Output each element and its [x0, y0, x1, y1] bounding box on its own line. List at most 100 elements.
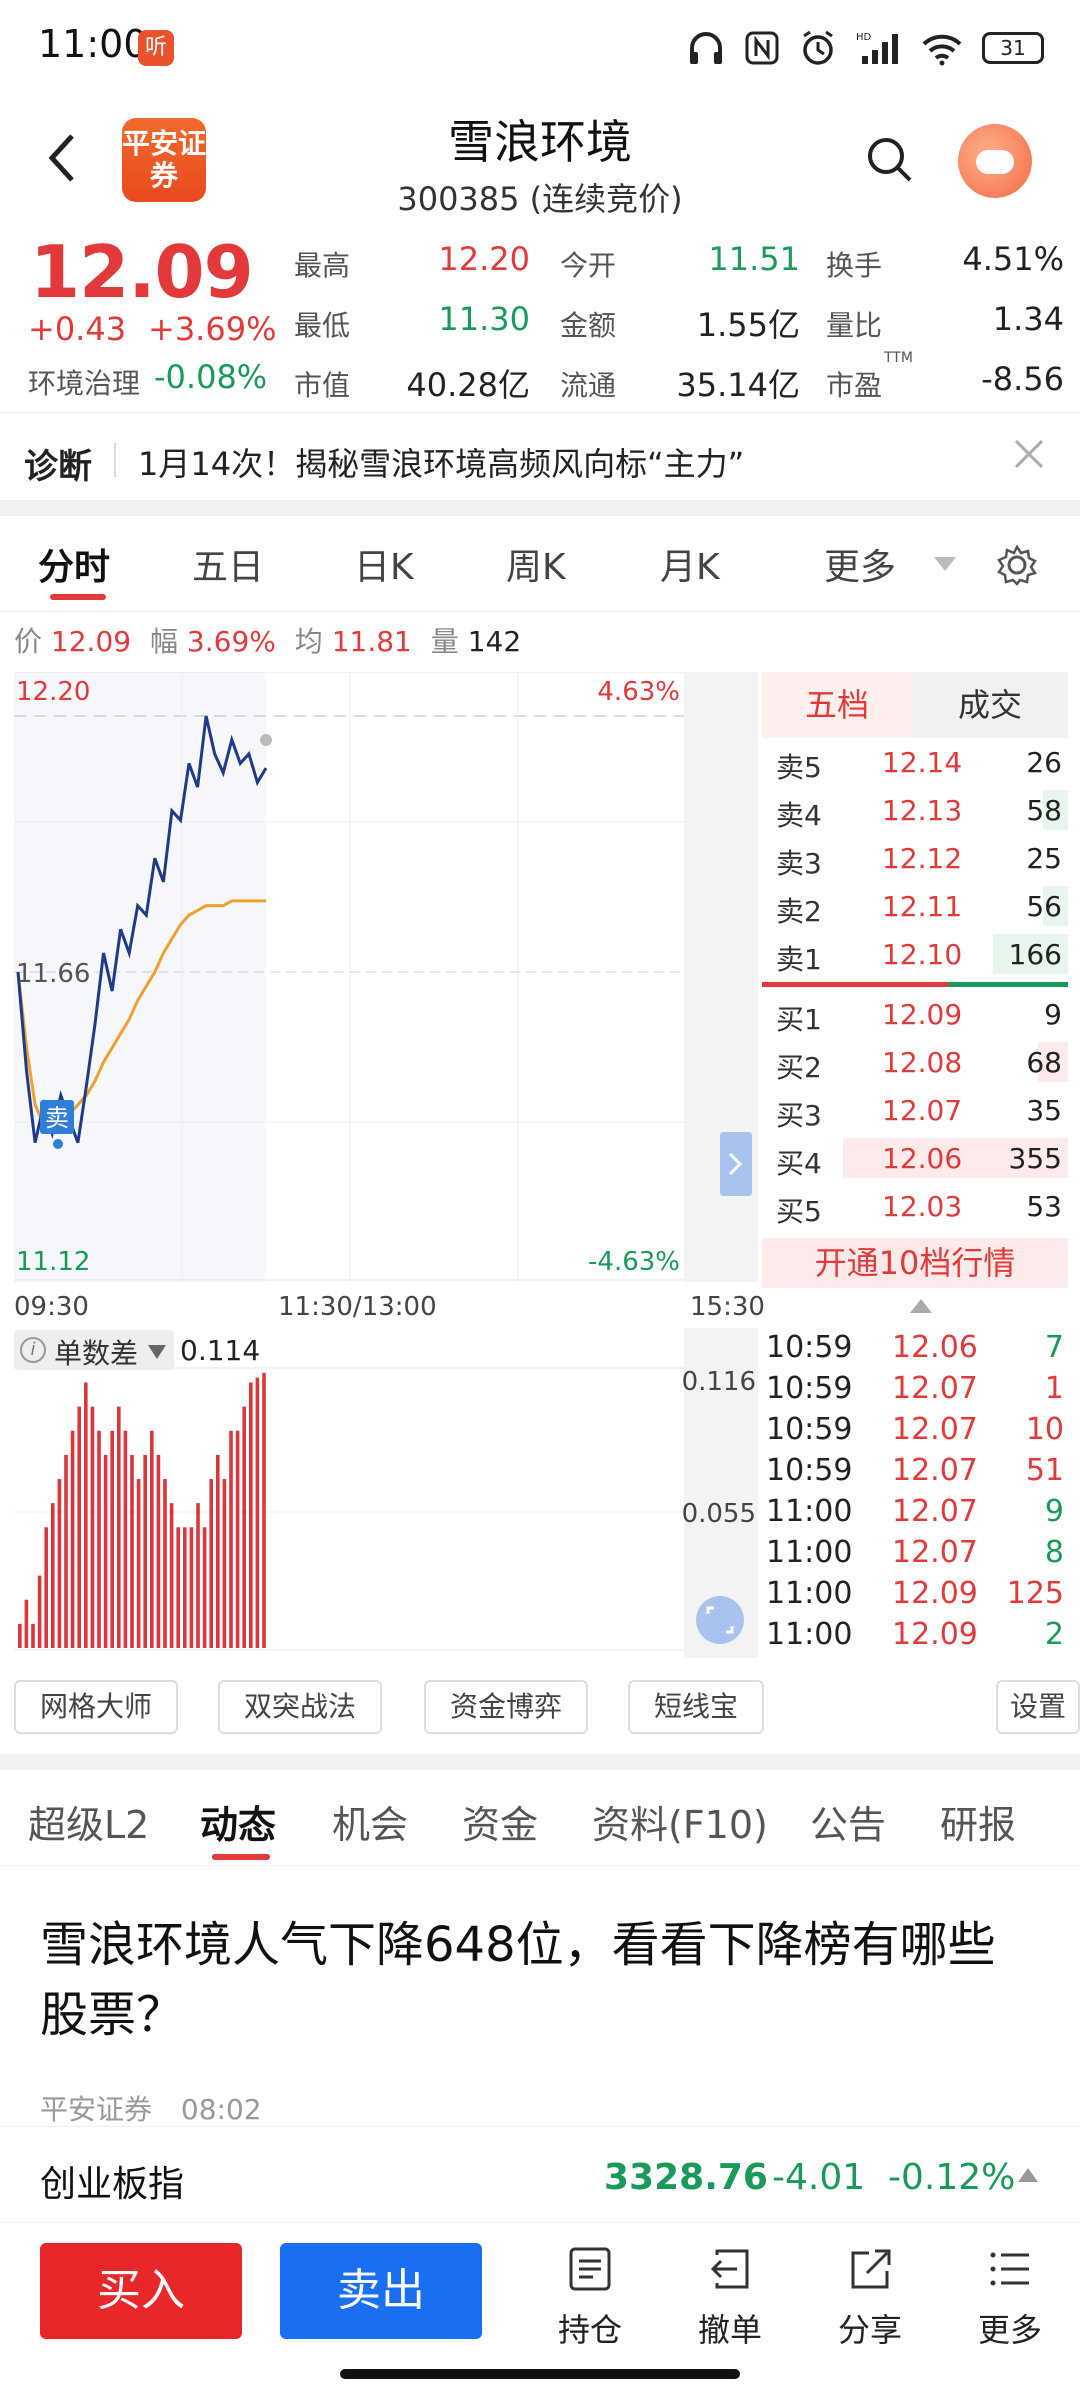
indicator-mid-value: 0.055: [682, 1499, 756, 1529]
indicator-bar: [57, 1479, 62, 1648]
sector-change: -0.08%: [154, 358, 268, 396]
home-indicator[interactable]: [340, 2369, 740, 2379]
svg-text:HD: HD: [856, 32, 872, 43]
article-title[interactable]: 雪浪环境人气下降648位，看看下降榜有哪些股票？: [40, 1910, 1040, 2050]
search-icon[interactable]: [866, 136, 914, 184]
ting-app-icon: 听: [138, 30, 174, 66]
indicator-selector[interactable]: i 单数差: [14, 1330, 174, 1370]
indicator-bar: [262, 1372, 266, 1648]
chart-top-pct: 4.63%: [597, 677, 680, 707]
tick-time: 10:59: [766, 1371, 853, 1406]
chevron-down-icon[interactable]: [934, 556, 956, 575]
indicator-top-value: 0.116: [682, 1367, 756, 1397]
info-icon[interactable]: i: [20, 1337, 46, 1363]
holdings-label: 持仓: [557, 2311, 622, 2349]
bid-row[interactable]: 买4 12.06 355: [762, 1134, 1068, 1182]
ask-row[interactable]: 卖5 12.14 26: [762, 738, 1068, 786]
holdings-button[interactable]: 持仓: [540, 2247, 640, 2351]
stock-code-status: 300385 (连续竞价): [397, 180, 683, 218]
tab-five-levels[interactable]: 五档: [762, 672, 912, 738]
buy-button[interactable]: 买入: [40, 2243, 242, 2339]
tab-research[interactable]: 研报: [940, 1794, 1016, 1849]
ask-row[interactable]: 卖4 12.13 58: [762, 786, 1068, 834]
diagnosis-banner[interactable]: 诊断 1月14次！揭秘雪浪环境高频风向标“主力”: [0, 412, 1080, 506]
tab-underline: [212, 1854, 270, 1860]
cancel-order-button[interactable]: 撤单: [680, 2247, 780, 2351]
bid-row[interactable]: 买1 12.09 9: [762, 990, 1068, 1038]
field-value: 40.28亿: [406, 366, 530, 404]
open-10-levels-button[interactable]: 开通10档行情: [762, 1238, 1068, 1288]
tab-weekly-k[interactable]: 周K: [506, 538, 566, 590]
sell-button[interactable]: 卖出: [280, 2243, 482, 2339]
tick-row: 10:59 12.06 7: [764, 1328, 1068, 1369]
headphones-icon: [690, 32, 722, 64]
tab-trades[interactable]: 成交: [912, 672, 1068, 738]
fullscreen-icon[interactable]: [696, 1596, 744, 1644]
level-price: 12.12: [882, 842, 963, 875]
tool-capital-game[interactable]: 资金博弈: [424, 1680, 588, 1734]
more-button[interactable]: 更多: [960, 2247, 1060, 2351]
index-name: 创业板指: [40, 2164, 185, 2205]
tab-intraday[interactable]: 分时: [38, 538, 110, 590]
tab-underline: [50, 594, 106, 600]
bid-row[interactable]: 买5 12.03 53: [762, 1182, 1068, 1230]
level-label: 买5: [776, 1195, 822, 1228]
tab-more[interactable]: 更多: [824, 538, 896, 590]
tool-grid-master[interactable]: 网格大师: [14, 1680, 178, 1734]
level-volume: 355: [1008, 1142, 1062, 1175]
tick-volume: 2: [1044, 1617, 1064, 1652]
info-avg-label: 均: [294, 625, 323, 658]
bid-row[interactable]: 买3 12.07 35: [762, 1086, 1068, 1134]
indicator-bar: [222, 1479, 227, 1648]
gear-icon[interactable]: [996, 544, 1038, 590]
stock-title: 雪浪环境: [448, 115, 632, 169]
ask-row[interactable]: 卖3 12.12 25: [762, 834, 1068, 882]
tab-announcement[interactable]: 公告: [810, 1794, 886, 1849]
diagnosis-text[interactable]: 1月14次！揭秘雪浪环境高频风向标“主力”: [138, 439, 744, 485]
share-button[interactable]: 分享: [820, 2247, 920, 2351]
bid-row[interactable]: 买2 12.08 68: [762, 1038, 1068, 1086]
tool-short-term[interactable]: 短线宝: [628, 1680, 764, 1734]
indicator-chart[interactable]: 0.116 0.055: [14, 1328, 758, 1658]
info-pct: 3.69%: [186, 625, 276, 658]
tab-super-l2[interactable]: 超级L2: [28, 1794, 149, 1849]
tab-f10[interactable]: 资料(F10): [592, 1794, 768, 1849]
indicator-bar: [202, 1527, 207, 1648]
tab-five-day[interactable]: 五日: [192, 538, 264, 590]
tick-price: 12.07: [892, 1494, 978, 1529]
avatar[interactable]: [958, 124, 1032, 198]
expand-panel-icon[interactable]: [720, 1132, 752, 1196]
indicator-bar: [117, 1406, 121, 1648]
tick-time: 11:00: [766, 1535, 853, 1570]
level-label: 买3: [776, 1099, 822, 1132]
tab-news-feed[interactable]: 动态: [200, 1794, 276, 1849]
indicator-value: 0.114: [180, 1334, 261, 1367]
level-volume: 35: [1026, 1094, 1062, 1127]
intraday-chart[interactable]: 12.20 11.66 11.12 4.63% -4.63% 卖: [14, 672, 758, 1282]
ask-row[interactable]: 卖2 12.11 56: [762, 882, 1068, 930]
tab-monthly-k[interactable]: 月K: [660, 538, 720, 590]
ask-row[interactable]: 卖1 12.10 166: [762, 930, 1068, 978]
tab-capital[interactable]: 资金: [462, 1794, 538, 1849]
level-price: 12.11: [882, 890, 963, 923]
index-ticker-bar[interactable]: 创业板指 3328.76 -4.01 -0.12%: [0, 2126, 1080, 2222]
indicator-bar: [110, 1430, 114, 1648]
price-info-line: 价 12.09 幅 3.69% 均 11.81 量 142: [14, 620, 521, 660]
indicator-bar: [31, 1623, 35, 1648]
close-icon[interactable]: [1012, 431, 1046, 482]
tab-daily-k[interactable]: 日K: [354, 538, 414, 590]
info-vol-label: 量: [430, 625, 459, 658]
level-label: 卖2: [776, 895, 822, 928]
scroll-up-icon[interactable]: [910, 1298, 932, 1317]
level-label: 卖3: [776, 847, 822, 880]
chevron-up-icon[interactable]: [1018, 2167, 1038, 2186]
indicator-name: 单数差: [54, 1337, 139, 1370]
tab-opportunity[interactable]: 机会: [332, 1794, 408, 1849]
tool-settings[interactable]: 设置: [996, 1680, 1080, 1734]
indicator-bar: [176, 1527, 180, 1648]
indicator-bar: [255, 1377, 260, 1648]
indicator-bar: [123, 1430, 128, 1648]
tool-double-break[interactable]: 双突战法: [218, 1680, 382, 1734]
tick-volume: 125: [1006, 1576, 1064, 1611]
tick-volume: 7: [1044, 1330, 1064, 1365]
